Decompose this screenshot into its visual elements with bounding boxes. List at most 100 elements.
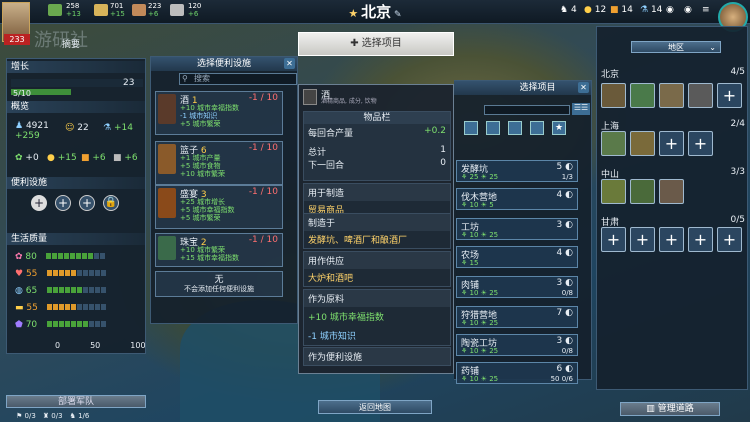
list-view-icon[interactable]: ☰☰ [572, 103, 590, 115]
project-panel-title: 选择项目 [454, 81, 591, 95]
qol-row-security: ⬟ 70 [15, 317, 107, 334]
deploy-army-button[interactable]: 部署军队 [6, 395, 146, 408]
category-filters: ★ [464, 121, 584, 135]
project-item[interactable]: 陶瓷工坊 ⚘ 10 ☀ 25 3 ◐ 0/8 [456, 334, 578, 356]
eye-icon[interactable]: ◉ [666, 6, 674, 15]
building-tile[interactable] [601, 83, 626, 108]
wine-image [158, 94, 176, 124]
population-badge: 233 [4, 34, 30, 45]
food-icon [48, 4, 62, 16]
factory-filter-icon[interactable] [486, 121, 500, 135]
qol-row-health: ♥ 55 [15, 266, 107, 283]
science-icon: ⚗ [103, 123, 112, 133]
city-title-bar: ★ 北京 ✎ [300, 0, 450, 24]
road-icon: ▥ [646, 404, 655, 414]
amenity-slot-locked: 🔒 [103, 195, 119, 211]
building-tile[interactable] [630, 83, 655, 108]
growth-value: 23 [123, 78, 135, 88]
select-project-button[interactable]: ✚ 选择项目 [298, 32, 454, 56]
amenity-item-feast[interactable]: 盛宴 3 -1 / 10 +25 城市增长 +5 城市幸福指数 +5 城市繁荣 [155, 185, 283, 229]
soldier-icon: ♜ [42, 412, 50, 420]
building-tile[interactable] [688, 83, 713, 108]
coin-icon: ● [47, 153, 55, 163]
project-item[interactable]: 肉铺 ⚘ 10 ☀ 25 3 ◐ 0/8 [456, 276, 578, 298]
star-filter-icon[interactable]: ★ [552, 121, 566, 135]
add-building-button[interactable]: + [717, 83, 742, 108]
item-tooltip: 酒 酒精商品, 成分, 饮物 物品栏 每回合产量 +0.2 总计 1 下一回合 0 用… [298, 84, 454, 374]
amenity-slot-2[interactable]: + [55, 195, 71, 211]
amenities-header: 便利设施 [7, 177, 145, 189]
heart-icon: ♥ [15, 269, 24, 279]
add-building-button[interactable]: + [688, 227, 713, 252]
add-building-button[interactable]: + [630, 227, 655, 252]
project-item[interactable]: 发酵坑 ⚘ 25 ☀ 25 5 ◐ 1/3 [456, 160, 578, 182]
add-building-button[interactable]: + [659, 131, 684, 156]
stone-icon: ■ [113, 153, 122, 163]
amenity-slot-3[interactable]: + [79, 195, 95, 211]
overview-header: 概览 [7, 101, 145, 113]
project-item[interactable]: 农场 ⚘ 15 4 ◐ [456, 246, 578, 268]
building-tile[interactable] [630, 179, 655, 204]
close-icon[interactable]: ✕ [284, 58, 295, 69]
menu-icon[interactable]: ≡ [702, 6, 710, 15]
region-panel: 地区 ⌄ 北京 4/5 + 上海 2/4 + + 中山 3/3 甘肃 0/5 + + +… [596, 26, 748, 390]
amenity-item-jewelry[interactable]: 珠宝 2 -1 / 10 +10 城市繁荣 +15 城市幸福指数 [155, 233, 283, 267]
qol-row-wealth: ▬ 55 [15, 300, 107, 317]
add-building-button[interactable]: + [688, 131, 713, 156]
building-tile[interactable] [601, 131, 626, 156]
amenity-select-panel: 选择便利设施 ✕ ⚲ 搜索 酒 1 -1 / 10 +10 城市幸福指数 -1 城市… [150, 56, 298, 324]
city-name: 北京 [361, 3, 392, 21]
add-building-button[interactable]: + [717, 227, 742, 252]
edit-icon[interactable]: ✎ [394, 10, 402, 20]
flask-icon: ⚗ [640, 5, 649, 15]
building-tile[interactable] [659, 179, 684, 204]
supply-section: 用作供应 大炉和酒吧 [303, 251, 451, 287]
visibility-icon[interactable]: ◉ [684, 6, 692, 15]
amenity-item-none[interactable]: 无 不会添加任何便利设施 [155, 271, 283, 297]
gold-icon [94, 4, 108, 16]
amenity-panel-title: 选择便利设施 [151, 57, 297, 71]
chest-icon: ■ [610, 5, 619, 15]
coin-icon: ● [584, 5, 592, 15]
return-to-map-button[interactable]: 返回地图 [318, 400, 432, 414]
growth-progress: 5/10 [13, 89, 31, 98]
star-icon: ★ [348, 7, 359, 20]
building-tile[interactable] [659, 83, 684, 108]
project-item[interactable]: 药铺 ⚘ 10 ☀ 25 6 ◐ 50 0/6 [456, 362, 578, 384]
building-tile[interactable] [630, 131, 655, 156]
bell-icon[interactable]: ♞ [560, 5, 568, 15]
wine-bottle-icon [303, 89, 317, 105]
building-tile[interactable] [601, 179, 626, 204]
tools-filter-icon[interactable] [530, 121, 544, 135]
ingredient-section: 作为原料 +10 城市幸福指数 -1 城市知识 [303, 289, 451, 346]
cart-icon: ♞ [69, 412, 76, 420]
download-filter-icon[interactable] [508, 121, 522, 135]
jewelry-image [158, 236, 176, 260]
quality-rows: ✿ 80 ♥ 55 ◍ 65 ▬ 55 ⬟ 70 [15, 249, 107, 334]
project-item[interactable]: 狩猎营地 ⚘ 10 ☀ 25 7 ◐ [456, 306, 578, 328]
house-filter-icon[interactable] [464, 121, 478, 135]
project-item[interactable]: 工坊 ⚘ 10 ☀ 25 3 ◐ [456, 218, 578, 240]
amenity-item-basket[interactable]: 篮子 6 -1 / 10 +1 城市产量 +5 城市食物 +10 城市繁荣 [155, 141, 283, 185]
project-search-input[interactable] [484, 105, 570, 115]
region-dropdown[interactable]: 地区 ⌄ [631, 41, 721, 53]
quality-of-life-header: 生活质量 [7, 233, 145, 245]
project-item[interactable]: 伐木营地 ⚘ 10 ☀ 54 ◐ [456, 188, 578, 210]
add-building-button[interactable]: + [601, 227, 626, 252]
amenity-use-section: 作为便利设施 [303, 347, 451, 366]
inventory-box: 物品栏 每回合产量 +0.2 总计 1 下一回合 0 [303, 111, 451, 181]
grain-icon: ✿ [15, 153, 23, 163]
chevron-down-icon: ⌄ [709, 43, 716, 52]
globe-icon: ◍ [15, 286, 23, 296]
growth-header: 增长 [7, 61, 145, 73]
amenity-item-wine[interactable]: 酒 1 -1 / 10 +10 城市幸福指数 -1 城市知识 +5 城市繁荣 [155, 91, 283, 135]
close-icon[interactable]: ✕ [578, 82, 589, 93]
lotus-icon: ✿ [15, 252, 23, 262]
people-icon: ♟ [15, 121, 24, 131]
amenity-search-input[interactable]: ⚲ 搜索 [179, 73, 297, 85]
manage-roads-button[interactable]: ▥ 管理道路 [620, 402, 720, 416]
bread-icon: ■ [81, 153, 90, 163]
amenity-slot-1[interactable]: + [31, 195, 47, 211]
add-building-button[interactable]: + [659, 227, 684, 252]
flag-icon: ⚑ [16, 412, 23, 420]
